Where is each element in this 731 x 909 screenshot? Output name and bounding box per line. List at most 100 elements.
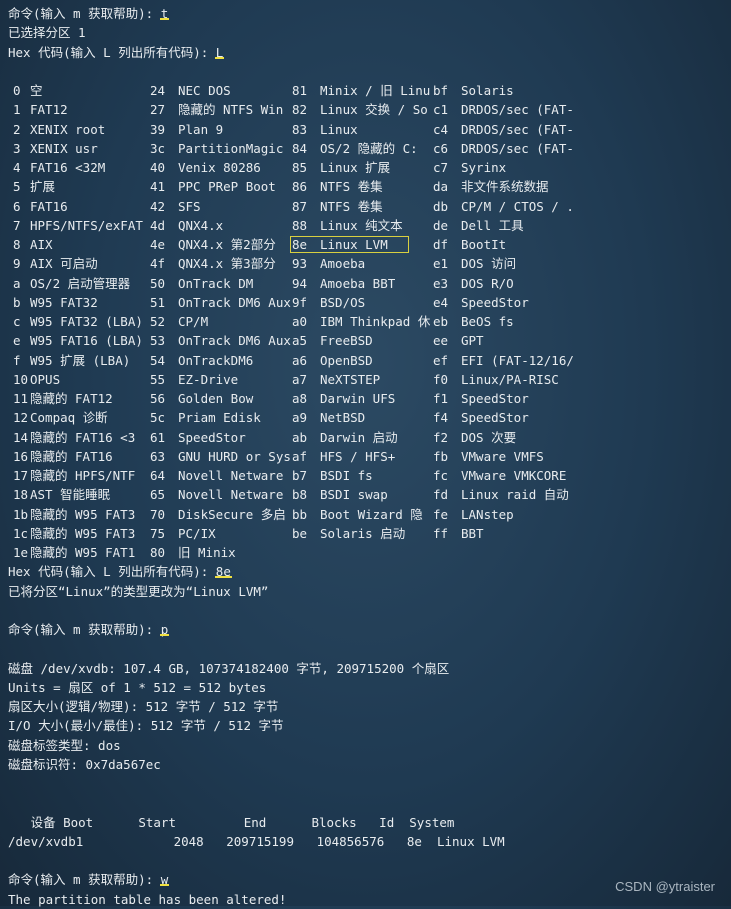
command-line-2: 命令(输入 m 获取帮助): p	[8, 620, 728, 639]
output-line: 已将分区“Linux”的类型更改为“Linux LVM”	[8, 583, 269, 599]
type-code: 3	[13, 140, 21, 156]
type-code: a	[13, 275, 21, 291]
typed-input: w	[160, 872, 169, 888]
type-code: 5	[13, 179, 21, 195]
type-code: 4f	[150, 256, 166, 272]
type-name: BBT	[461, 525, 484, 541]
prompt: 命令(输入 m 获取帮助):	[8, 622, 161, 637]
typed-input: t	[160, 6, 169, 21]
type-name: CP/M	[178, 314, 209, 329]
type-name: Minix / 旧 Linu	[320, 83, 431, 98]
type-code: 3c	[150, 140, 166, 156]
partition-type-list: 0 空 24 NEC DOS 81 Minix / 旧 Linu bf Solaris 1 FAT…	[8, 81, 728, 562]
type-name: FAT16 <32M	[30, 160, 106, 175]
type-code: c7	[433, 160, 449, 175]
type-row: f W95 扩展 (LBA) 54 OnTrackDM6 a6 OpenBSD ef EFI …	[8, 351, 728, 370]
type-name: W95 FAT32 (LBA)	[30, 314, 143, 329]
type-name: SpeedStor	[461, 391, 529, 406]
type-name: QNX4.x 第3部分	[178, 256, 276, 272]
type-name: IBM Thinkpad 休	[320, 314, 431, 329]
type-name: Dell 工具	[461, 217, 524, 233]
prompt: Hex 代码(输入 L 列出所有代码):	[8, 564, 216, 580]
type-name: OpenBSD	[320, 352, 373, 368]
type-code: 42	[150, 198, 166, 214]
type-code: c6	[433, 140, 449, 156]
type-name: CP/M / CTOS / .	[461, 198, 574, 214]
type-code: b7	[292, 468, 308, 483]
type-code: f0	[433, 371, 449, 387]
type-name: DOS 访问	[461, 256, 517, 272]
identifier-info: 磁盘标识符: 0x7da567ec	[8, 756, 161, 772]
type-code: 5c	[150, 410, 166, 426]
type-name: QNX4.x 第2部分	[178, 237, 276, 252]
type-code: 1e	[13, 545, 29, 560]
type-name: FAT12	[30, 102, 68, 118]
type-code: fb	[433, 448, 449, 464]
type-code: ef	[433, 352, 449, 368]
type-row: 1c 隐藏的 W95 FAT3 75 PC/IX be Solaris 启动 ff BBT	[8, 524, 728, 543]
type-name: 隐藏的 W95 FAT3	[30, 525, 136, 541]
terminal[interactable]: 命令(输入 m 获取帮助): t 已选择分区 1 Hex 代码(输入 L 列出所…	[8, 4, 728, 909]
type-name: SFS	[178, 198, 201, 214]
type-name: Novell Netware	[178, 487, 284, 503]
type-row: 1e 隐藏的 W95 FAT1 80 旧 Minix	[8, 543, 728, 562]
type-code: 9	[13, 256, 21, 272]
type-name: OPUS	[30, 371, 61, 387]
type-name: 隐藏的 W95 FAT3	[30, 506, 136, 522]
type-code: 64	[150, 468, 166, 483]
type-code: da	[433, 179, 449, 195]
type-name: AIX	[30, 237, 53, 252]
type-name: BSDI swap	[320, 487, 388, 503]
type-name: DRDOS/sec (FAT-	[461, 102, 574, 118]
type-code: 39	[150, 121, 166, 137]
type-code: af	[292, 448, 308, 464]
type-name: SpeedStor	[461, 294, 529, 310]
type-row: 11 隐藏的 FAT12 56 Golden Bow a8 Darwin UFS f1 Spe…	[8, 389, 728, 408]
type-code: 88	[292, 217, 308, 233]
type-name: OnTrack DM	[178, 275, 254, 291]
type-name: VMware VMFS	[461, 448, 544, 464]
type-name: Compaq 诊断	[30, 410, 108, 426]
type-name: BSD/OS	[320, 294, 366, 310]
type-name: DiskSecure 多启	[178, 506, 286, 522]
type-row: 9 AIX 可启动 4f QNX4.x 第3部分 93 Amoeba e1 DOS 访问	[8, 254, 728, 273]
type-code: 56	[150, 391, 166, 406]
type-name: 隐藏的 NTFS Win	[178, 102, 284, 118]
type-row: 5 扩展 41 PPC PReP Boot 86 NTFS 卷集 da 非文件系统数据	[8, 177, 728, 196]
type-name: Linux 扩展	[320, 160, 391, 175]
type-code: c	[13, 314, 21, 329]
type-code: 83	[292, 121, 308, 137]
type-code: bf	[433, 83, 449, 98]
type-code: 84	[292, 140, 308, 156]
type-code: 82	[292, 102, 308, 118]
type-code: 85	[292, 160, 308, 175]
type-name: BeOS fs	[461, 314, 514, 329]
type-name: Amoeba BBT	[320, 275, 396, 291]
type-code: b8	[292, 487, 308, 503]
type-name: 隐藏的 FAT16 <3	[30, 429, 136, 445]
type-name: DOS R/O	[461, 275, 514, 291]
type-name: Novell Netware	[178, 468, 284, 483]
type-row: 3 XENIX usr 3c PartitionMagic 84 OS/2 隐藏的 C: c…	[8, 139, 728, 158]
typed-input: 8e	[215, 564, 231, 580]
type-name: BSDI fs	[320, 468, 373, 483]
type-code: a8	[292, 391, 308, 406]
label-type-info: 磁盘标签类型: dos	[8, 737, 121, 753]
type-row: 14 隐藏的 FAT16 <3 61 SpeedStor ab Darwin 启动 f2 DO…	[8, 428, 728, 447]
type-code-highlighted: 8e	[292, 237, 308, 252]
type-code: 70	[150, 506, 166, 522]
output-line: 已选择分区 1	[8, 25, 86, 41]
type-code: 14	[13, 429, 29, 445]
type-name: OnTrack DM6 Aux	[178, 333, 291, 349]
type-name: 隐藏的 HPFS/NTF	[30, 468, 136, 483]
type-code: 1b	[13, 506, 29, 522]
type-code: 51	[150, 294, 166, 310]
type-name: EZ-Drive	[178, 371, 239, 387]
command-line-1: 命令(输入 m 获取帮助): t	[8, 4, 728, 23]
type-code: 6	[13, 198, 21, 214]
type-code: 87	[292, 198, 308, 214]
type-code: f4	[433, 410, 449, 426]
type-code: eb	[433, 314, 449, 329]
